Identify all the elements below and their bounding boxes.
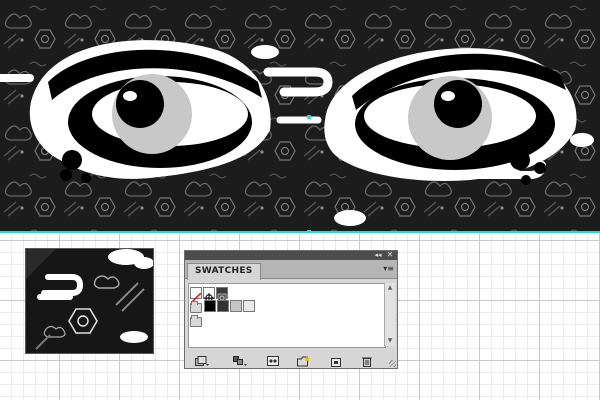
anchor-point[interactable] [307, 115, 311, 119]
resize-grip-icon[interactable] [389, 360, 396, 367]
swatch-libraries-menu-icon[interactable] [195, 352, 209, 366]
color-group-folder-icon[interactable] [190, 315, 202, 327]
swatch-scrollbar[interactable]: ▲ ▼ [384, 283, 395, 346]
new-swatch-icon[interactable] [331, 352, 343, 367]
pattern-swatch[interactable] [216, 287, 228, 303]
dark-gray-swatch[interactable] [217, 300, 229, 312]
new-color-group-icon[interactable] [297, 352, 310, 367]
pattern-thumbnail[interactable] [25, 248, 154, 354]
panel-tab-row: SWATCHES ▾≡ [185, 260, 397, 280]
light-gray-swatch[interactable] [230, 300, 242, 312]
swatches-panel: ◂◂ ✕ SWATCHES ▾≡ ▲ ▼ [184, 250, 398, 369]
panel-toolbar [185, 349, 397, 368]
panel-menu-button[interactable]: ▾≡ [383, 264, 394, 274]
swatch-options-icon[interactable] [267, 352, 279, 366]
scroll-up-icon[interactable]: ▲ [386, 284, 394, 292]
none-swatch[interactable] [190, 287, 202, 304]
scroll-down-icon[interactable]: ▼ [386, 337, 394, 345]
near-white-swatch[interactable] [243, 300, 255, 312]
pattern-tile-artwork [26, 249, 153, 353]
eyes-illustration [0, 0, 600, 232]
tab-swatches[interactable]: SWATCHES [187, 263, 261, 280]
swatch-list [188, 283, 386, 348]
close-panel-button[interactable]: ✕ [385, 250, 395, 260]
color-group-folder-icon[interactable] [190, 301, 202, 313]
delete-swatch-icon[interactable] [361, 352, 373, 367]
show-swatch-kinds-icon[interactable] [233, 352, 247, 366]
panel-title-bar[interactable]: ◂◂ ✕ [185, 250, 397, 260]
collapse-panel-button[interactable]: ◂◂ [373, 250, 383, 260]
black-swatch[interactable] [204, 300, 216, 312]
artwork-canvas [0, 0, 600, 232]
registration-swatch[interactable] [203, 287, 215, 303]
